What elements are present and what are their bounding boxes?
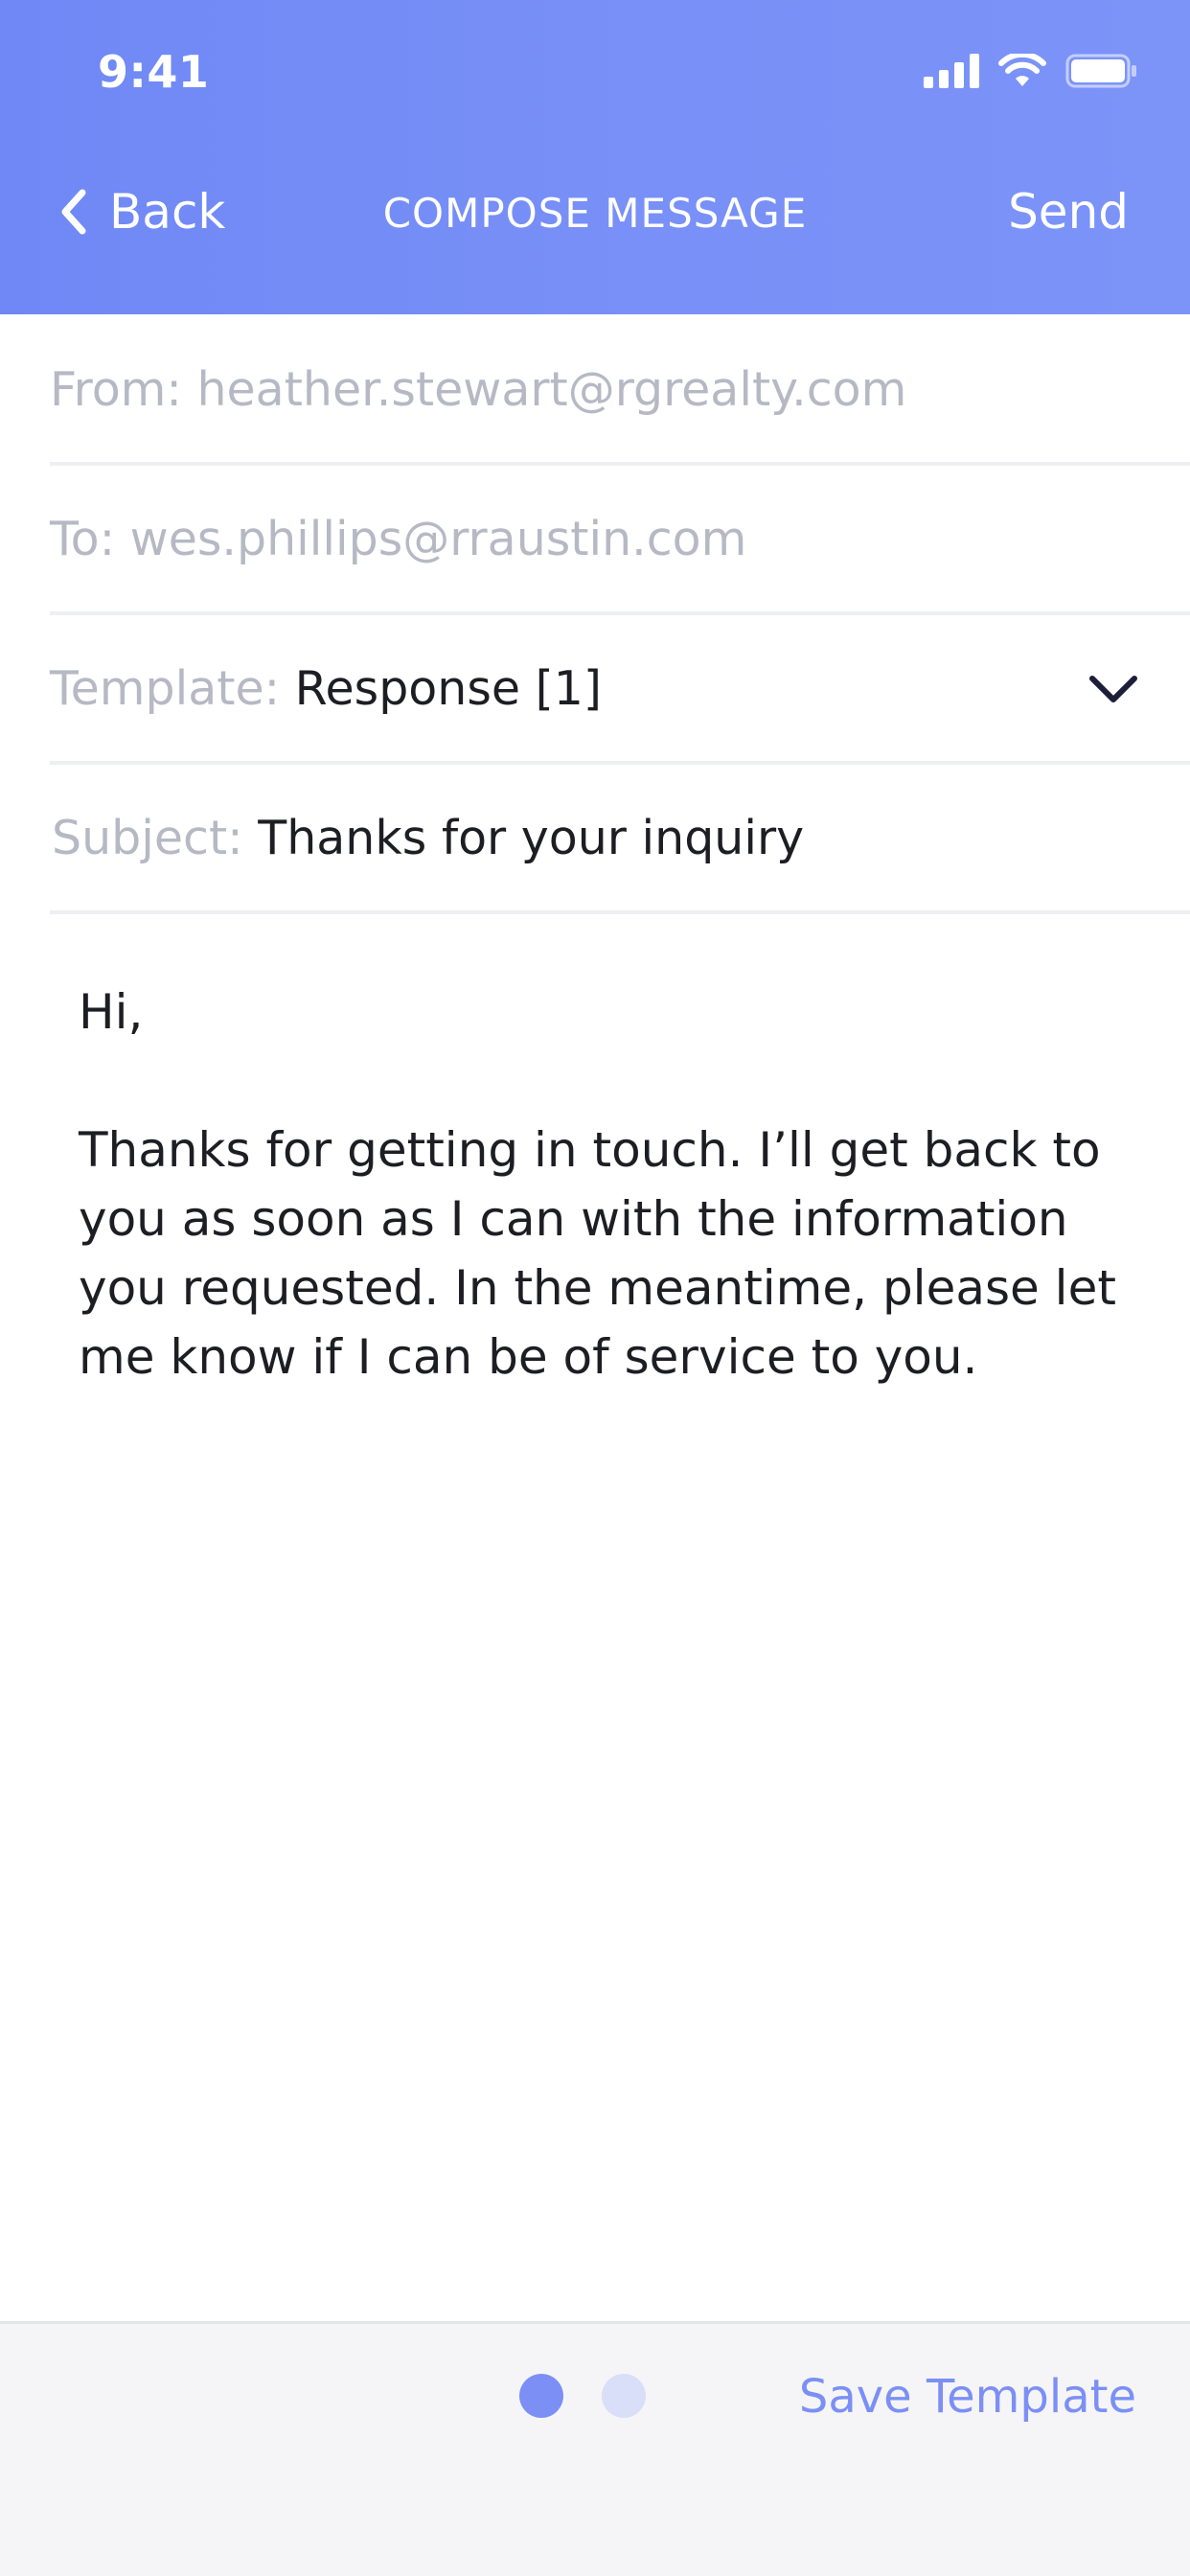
back-label: Back: [109, 184, 226, 240]
from-field[interactable]: From: heather.stewart@rgrealty.com: [50, 316, 1190, 466]
bottom-toolbar: Save Template: [0, 2321, 1190, 2576]
compose-message-screen: 9:41 Back COMPOSE MESSAGE Send From: hea…: [0, 0, 1190, 2576]
cellular-signal-icon: [924, 54, 979, 88]
chevron-down-icon[interactable]: [1087, 669, 1140, 707]
header: 9:41 Back COMPOSE MESSAGE Send: [0, 0, 1190, 314]
page-indicator: [519, 2374, 646, 2418]
from-value: heather.stewart@rgrealty.com: [196, 361, 907, 417]
subject-value: Thanks for your inquiry: [258, 810, 805, 865]
message-body[interactable]: Hi, Thanks for getting in touch. I’ll ge…: [79, 978, 1123, 1460]
back-button[interactable]: Back: [59, 184, 225, 240]
status-time: 9:41: [98, 46, 210, 98]
to-value: wes.phillips@rraustin.com: [129, 511, 747, 566]
subject-field[interactable]: Subject: Thanks for your inquiry: [50, 765, 1190, 914]
template-value: Response [1]: [294, 660, 602, 716]
page-dot-active[interactable]: [519, 2374, 563, 2418]
save-template-button[interactable]: Save Template: [799, 2370, 1136, 2424]
template-label: Template:: [50, 660, 295, 716]
page-dot-inactive[interactable]: [602, 2374, 646, 2418]
status-icons: [924, 54, 1138, 88]
from-label: From:: [50, 361, 197, 417]
message-paragraph: Thanks for getting in touch. I’ll get ba…: [79, 1122, 1116, 1385]
to-field[interactable]: To: wes.phillips@rraustin.com: [50, 466, 1190, 615]
battery-icon: [1065, 54, 1136, 88]
chevron-left-icon: [61, 189, 86, 235]
subject-label: Subject:: [52, 810, 259, 865]
to-label: To:: [50, 511, 130, 566]
template-select[interactable]: Template: Response [1]: [50, 615, 1190, 765]
wifi-icon: [998, 54, 1046, 86]
message-greeting: Hi,: [79, 984, 144, 1040]
send-button[interactable]: Send: [1008, 184, 1129, 240]
